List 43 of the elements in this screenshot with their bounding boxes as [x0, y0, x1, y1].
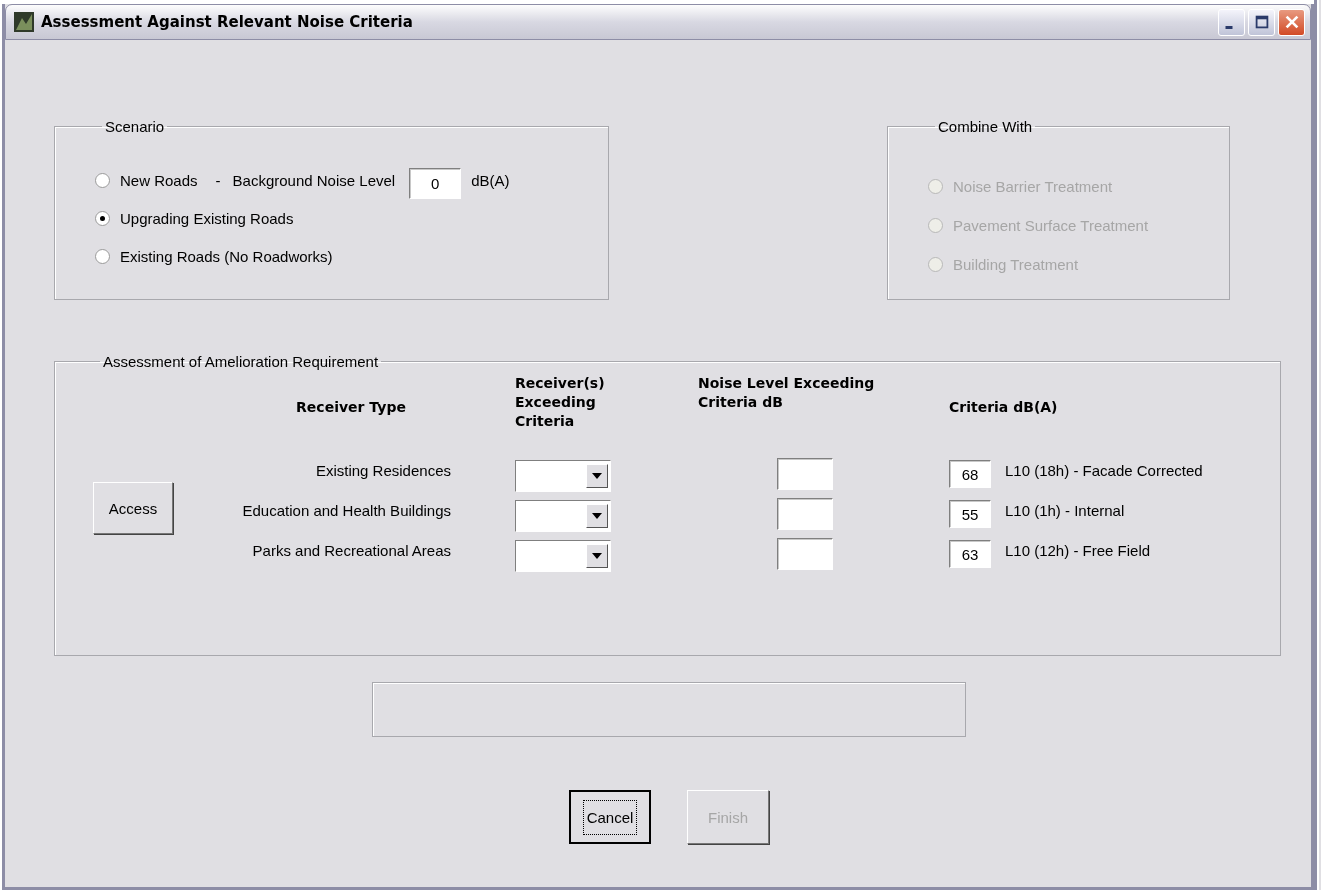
column-header: Noise Level Exceeding Criteria dB: [698, 374, 876, 412]
field-label: Background Noise Level: [232, 171, 396, 189]
dropdown[interactable]: [515, 460, 611, 492]
receiver-type-label: Parks and Recreational Areas: [251, 541, 451, 561]
group-title: Scenario: [104, 118, 166, 135]
criteria-label: L10 (1h) - Internal: [1005, 501, 1125, 519]
radio-button[interactable]: [95, 248, 110, 264]
column-header: Receiver Type: [295, 398, 407, 417]
radio-button[interactable]: [95, 172, 110, 188]
separator-text: -: [215, 171, 221, 189]
input-field[interactable]: [776, 538, 833, 570]
dropdown[interactable]: [515, 500, 611, 532]
input-field[interactable]: [776, 458, 833, 490]
group-title: Combine With: [937, 118, 1034, 135]
receiver-type-label: Education and Health Buildings: [241, 501, 451, 521]
maximize-button[interactable]: [1248, 8, 1275, 36]
unit-label: dB(A): [471, 171, 510, 189]
caret-icon: [592, 553, 602, 559]
input-field[interactable]: 0: [409, 167, 462, 199]
input-field[interactable]: 68: [949, 460, 991, 488]
input-field[interactable]: [776, 498, 833, 530]
receiver-type-label: Existing Residences: [314, 461, 451, 481]
radio-label[interactable]: Upgrading Existing Roads: [120, 209, 294, 227]
dropdown[interactable]: [515, 540, 611, 572]
column-header: Criteria dB(A): [949, 398, 1059, 417]
caret-icon: [592, 473, 602, 479]
radio-button[interactable]: [95, 210, 110, 226]
minimize-icon: [1224, 25, 1233, 29]
criteria-label: L10 (12h) - Free Field: [1005, 541, 1151, 559]
app-icon: [14, 12, 34, 32]
input-field[interactable]: 63: [949, 540, 991, 568]
dialog-button[interactable]: Cancel: [569, 790, 651, 844]
input-field[interactable]: 55: [949, 500, 991, 528]
radio-label[interactable]: New Roads: [120, 171, 198, 189]
radio-label[interactable]: Existing Roads (No Roadworks): [120, 247, 333, 265]
close-button[interactable]: [1278, 8, 1305, 36]
minimize-button[interactable]: [1218, 8, 1245, 36]
caret-icon: [592, 513, 602, 519]
window-title: Assessment Against Relevant Noise Criteria: [41, 13, 414, 31]
column-header: Receiver(s) Exceeding Criteria: [515, 374, 606, 431]
criteria-label: L10 (18h) - Facade Corrected: [1005, 461, 1203, 479]
access-button[interactable]: Access: [93, 482, 173, 534]
group-title: Assessment of Amelioration Requirement: [102, 353, 380, 370]
